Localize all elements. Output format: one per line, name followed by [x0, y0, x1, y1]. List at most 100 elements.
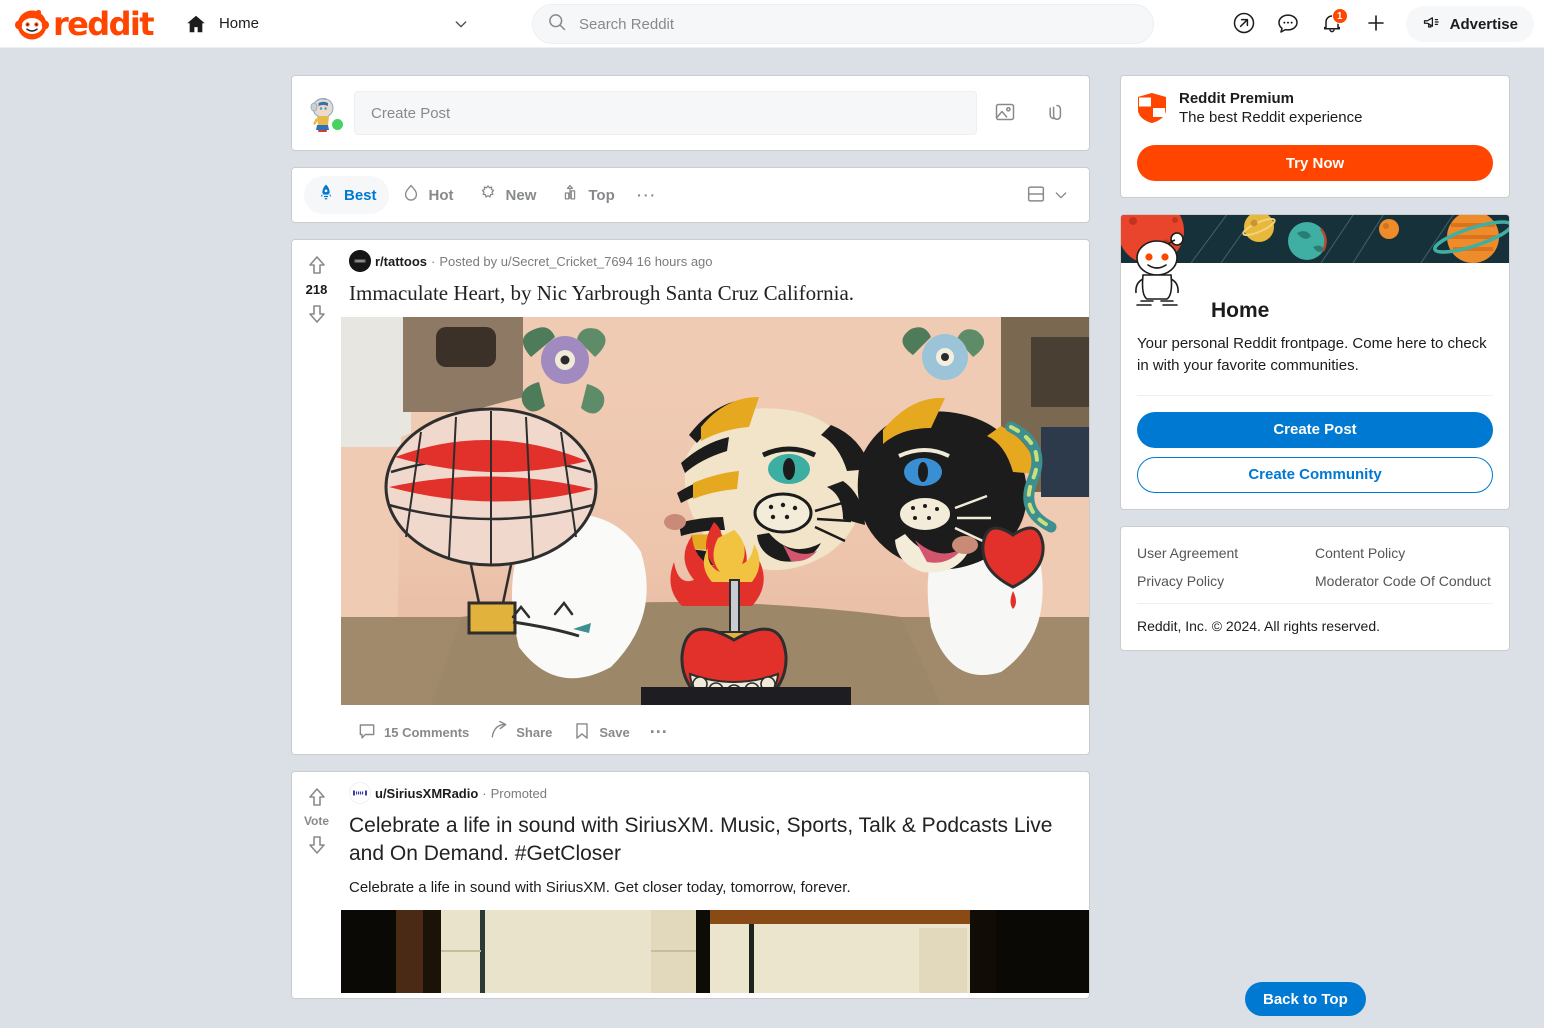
advertise-label: Advertise	[1449, 15, 1518, 33]
footer-link-content-policy[interactable]: Content Policy	[1315, 543, 1493, 563]
save-button[interactable]: Save	[564, 716, 637, 748]
image-icon	[993, 100, 1017, 127]
vote-column: 218	[292, 240, 341, 755]
online-status-dot	[330, 117, 345, 132]
create-post-input[interactable]	[354, 91, 977, 135]
card-view-icon	[1025, 183, 1047, 208]
bookmark-icon	[572, 721, 592, 744]
comments-label: 15 Comments	[384, 724, 470, 740]
create-button[interactable]	[1356, 4, 1396, 44]
add-link-button[interactable]	[1033, 91, 1077, 135]
promoted-post-title[interactable]: Celebrate a life in sound with SiriusXM.…	[341, 804, 1089, 877]
try-now-button[interactable]: Try Now	[1137, 145, 1493, 181]
post-metadata: r/tattoos · Posted by u/Secret_Cricket_7…	[341, 240, 1089, 272]
right-sidebar: Reddit Premium The best Reddit experienc…	[1120, 75, 1510, 667]
rocket-icon	[316, 183, 336, 207]
footer-link-moderator-code[interactable]: Moderator Code Of Conduct	[1315, 571, 1493, 591]
advertiser-name[interactable]: u/SiriusXMRadio	[375, 786, 478, 801]
post-body: u/SiriusXMRadio · Promoted Celebrate a l…	[341, 772, 1089, 998]
popular-button[interactable]	[1224, 4, 1264, 44]
post-author-time: Posted by u/Secret_Cricket_7694 16 hours…	[439, 253, 713, 269]
chat-button[interactable]	[1268, 4, 1308, 44]
plus-icon	[1364, 11, 1388, 38]
post-feed: Best Hot New	[291, 75, 1090, 1015]
premium-subtitle: The best Reddit experience	[1179, 109, 1363, 126]
chart-icon	[560, 183, 580, 207]
footer-link-privacy-policy[interactable]: Privacy Policy	[1137, 571, 1315, 591]
sort-tab-new-label: New	[505, 186, 537, 204]
premium-card: Reddit Premium The best Reddit experienc…	[1120, 75, 1510, 198]
snoo-mascot-icon	[1133, 231, 1195, 309]
promoted-post-image[interactable]	[341, 909, 1089, 998]
flame-icon	[401, 183, 421, 207]
home-card-description: Your personal Reddit frontpage. Come her…	[1137, 335, 1487, 374]
footer-link-user-agreement[interactable]: User Agreement	[1137, 543, 1315, 563]
promoted-post-description: Celebrate a life in sound with SiriusXM.…	[349, 878, 851, 896]
advertiser-avatar[interactable]	[349, 782, 371, 805]
sort-tab-best-label: Best	[344, 186, 377, 204]
subreddit-avatar[interactable]	[349, 250, 371, 272]
sort-more-button[interactable]: ···	[627, 176, 665, 214]
comments-button[interactable]: 15 Comments	[349, 716, 477, 748]
post-card: 218 r/tattoos · Posted by u/Secret_Crick…	[291, 239, 1090, 756]
feed-sort-bar: Best Hot New Top ···	[291, 167, 1090, 223]
notification-badge: 1	[1331, 8, 1348, 24]
header-action-icons: 1 Advertise	[1224, 0, 1534, 48]
post-title[interactable]: Immaculate Heart, by Nic Yarbrough Santa…	[341, 272, 1089, 317]
premium-shield-icon	[1137, 92, 1167, 129]
downvote-button[interactable]	[304, 301, 330, 327]
sort-tab-new[interactable]: New	[466, 176, 549, 214]
comment-icon	[357, 721, 377, 744]
community-selector-label: Home	[218, 15, 259, 32]
post-image[interactable]	[341, 317, 1089, 743]
promoted-label: Promoted	[490, 785, 548, 801]
share-label: Share	[516, 724, 553, 740]
sort-tab-hot[interactable]: Hot	[389, 176, 466, 214]
meta-separator: ·	[431, 253, 436, 269]
sparkle-icon	[478, 183, 498, 207]
sort-tab-top[interactable]: Top	[548, 176, 626, 214]
view-options	[1025, 183, 1077, 208]
footer-links: User Agreement Privacy Policy Content Po…	[1137, 543, 1493, 600]
share-button[interactable]: Share	[481, 716, 560, 748]
notifications-button[interactable]: 1	[1312, 4, 1352, 44]
subreddit-name[interactable]: r/tattoos	[375, 254, 427, 269]
search-bar[interactable]	[532, 4, 1154, 44]
save-label: Save	[599, 724, 630, 740]
copyright-text: Reddit, Inc. © 2024. All rights reserved…	[1137, 603, 1493, 634]
upvote-button[interactable]	[304, 252, 330, 278]
vote-count: 218	[305, 282, 328, 297]
arrow-up-right-circle-icon	[1232, 11, 1256, 38]
post-actions: 15 Comments Share Save ···	[341, 710, 1089, 754]
sort-tab-hot-label: Hot	[428, 186, 454, 204]
post-more-button[interactable]: ···	[642, 716, 676, 748]
view-mode-button[interactable]	[1025, 183, 1069, 208]
back-to-top-button[interactable]: Back to Top	[1245, 982, 1366, 1016]
reddit-snoo-logo-icon	[14, 6, 50, 42]
megaphone-icon	[1422, 12, 1442, 36]
reddit-wordmark: reddit	[53, 4, 155, 43]
chat-bubble-icon	[1276, 11, 1300, 38]
sort-tab-top-label: Top	[588, 186, 615, 204]
reddit-logo[interactable]: reddit	[14, 4, 155, 43]
downvote-button[interactable]	[304, 832, 330, 858]
vote-label: Vote	[303, 814, 330, 829]
advertise-button[interactable]: Advertise	[1405, 6, 1534, 42]
community-selector[interactable]: Home	[177, 5, 477, 43]
chevron-down-icon	[453, 16, 469, 32]
sort-tab-best[interactable]: Best	[304, 176, 389, 214]
footer-card: User Agreement Privacy Policy Content Po…	[1120, 525, 1510, 652]
add-image-button[interactable]	[983, 91, 1027, 135]
top-navigation-bar: reddit Home Search Reddit 1 Advertise	[0, 0, 1544, 48]
chevron-down-icon	[1053, 187, 1069, 203]
post-metadata: u/SiriusXMRadio · Promoted	[341, 772, 1089, 805]
avatar[interactable]	[304, 94, 345, 132]
upvote-button[interactable]	[304, 784, 330, 810]
create-community-button[interactable]: Create Community	[1137, 456, 1493, 493]
create-post-button[interactable]: Create Post	[1137, 411, 1493, 448]
search-input[interactable]	[579, 15, 1139, 33]
home-info-card: Home Your personal Reddit frontpage. Com…	[1120, 214, 1510, 510]
link-icon	[1043, 100, 1067, 127]
create-post-card	[291, 75, 1090, 151]
post-body: r/tattoos · Posted by u/Secret_Cricket_7…	[341, 240, 1089, 754]
